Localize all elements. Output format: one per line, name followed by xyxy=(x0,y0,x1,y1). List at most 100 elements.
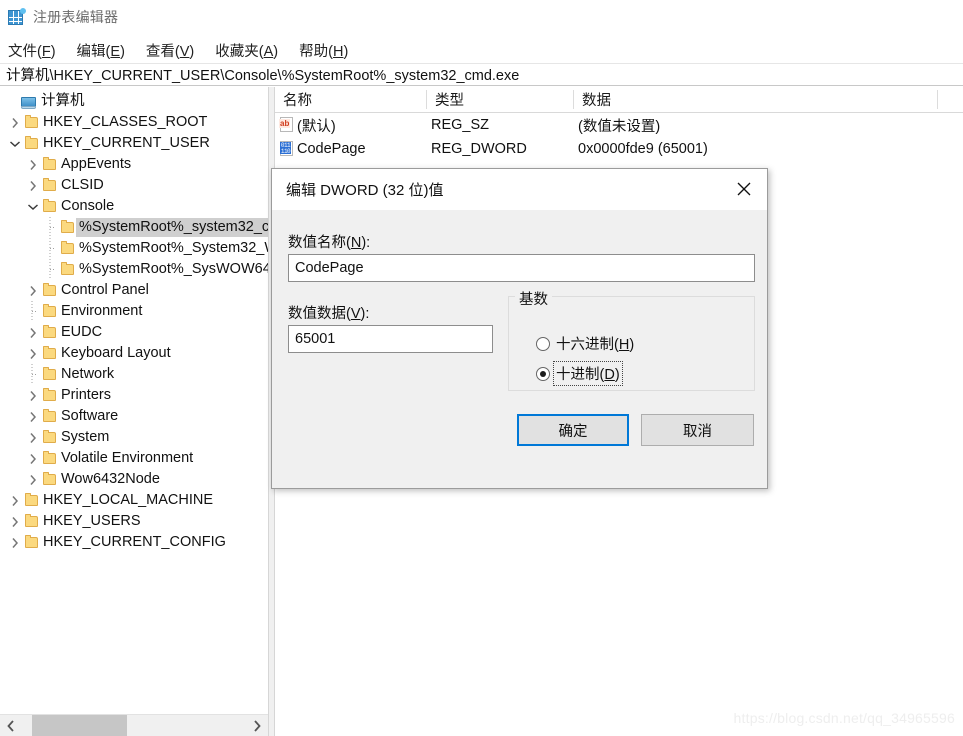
tree-item-label: EUDC xyxy=(61,324,103,340)
radio-hexadecimal[interactable]: 十六进制(H) xyxy=(536,332,636,355)
tree-item[interactable]: 计算机 xyxy=(0,91,268,112)
radio-hexadecimal-indicator[interactable] xyxy=(536,336,550,351)
tree-item-label: HKEY_CURRENT_USER xyxy=(43,135,210,151)
cell-name-text: (默认) xyxy=(297,118,336,135)
tree-item[interactable]: Network xyxy=(0,364,268,385)
tree-item[interactable]: Printers xyxy=(0,385,268,406)
menu-bar: 文件(F) 编辑(E) 查看(V) 收藏夹(A) 帮助(H) xyxy=(0,38,963,62)
tree-item[interactable]: %SystemRoot%_SysWOW64_WindowsPowerShell_… xyxy=(0,259,268,280)
window-title: 注册表编辑器 xyxy=(33,8,119,25)
scrollbar-thumb[interactable] xyxy=(32,715,127,736)
tree-item[interactable]: HKEY_CURRENT_USER xyxy=(0,133,268,154)
menu-favorites[interactable]: 收藏夹(A) xyxy=(215,40,278,61)
registry-tree[interactable]: 计算机 HKEY_CLASSES_ROOT HKEY_CURRENT_USER App… xyxy=(0,87,268,553)
chevron-down-icon[interactable] xyxy=(24,196,41,217)
tree-item[interactable]: EUDC xyxy=(0,322,268,343)
chevron-right-icon[interactable] xyxy=(24,343,41,364)
tree-item-label: HKEY_USERS xyxy=(43,513,141,529)
dialog-title: 编辑 DWORD (32 位)值 xyxy=(286,182,444,199)
value-name-input[interactable]: CodePage xyxy=(288,254,755,282)
scrollbar-track[interactable] xyxy=(22,715,246,736)
tree-item[interactable]: Wow6432Node xyxy=(0,469,268,490)
folder-icon xyxy=(41,364,58,385)
registry-tree-pane[interactable]: 计算机 HKEY_CLASSES_ROOT HKEY_CURRENT_USER App… xyxy=(0,87,268,736)
scroll-right-arrow[interactable] xyxy=(246,715,268,736)
chevron-right-icon[interactable] xyxy=(24,406,41,427)
tree-item-label: Control Panel xyxy=(61,282,149,298)
folder-icon xyxy=(23,511,40,532)
tree-item[interactable]: HKEY_CURRENT_CONFIG xyxy=(0,532,268,553)
tree-item[interactable]: Console xyxy=(0,196,268,217)
chevron-right-icon[interactable] xyxy=(6,112,23,133)
cell-data: 0x0000fde9 (65001) xyxy=(578,141,708,157)
ok-button[interactable]: 确定 xyxy=(517,414,629,446)
tree-item[interactable]: Volatile Environment xyxy=(0,448,268,469)
menu-file[interactable]: 文件(F) xyxy=(8,40,56,61)
radio-decimal[interactable]: 十进制(D) xyxy=(536,361,623,386)
tree-item[interactable]: HKEY_LOCAL_MACHINE xyxy=(0,490,268,511)
value-name-label: 数值名称(N): xyxy=(288,235,371,251)
chevron-right-icon[interactable] xyxy=(24,154,41,175)
chevron-right-icon[interactable] xyxy=(24,427,41,448)
tree-item-label: HKEY_LOCAL_MACHINE xyxy=(43,492,214,508)
chevron-right-icon[interactable] xyxy=(24,469,41,490)
folder-icon xyxy=(41,469,58,490)
table-row[interactable]: ab (默认) REG_SZ (数值未设置) xyxy=(275,113,963,137)
watermark: https://blog.csdn.net/qq_34965596 xyxy=(733,710,955,726)
tree-item[interactable]: Environment xyxy=(0,301,268,322)
chevron-right-icon[interactable] xyxy=(6,532,23,553)
value-data-label: 数值数据(V): xyxy=(288,306,370,322)
folder-icon xyxy=(41,448,58,469)
chevron-right-icon[interactable] xyxy=(24,175,41,196)
chevron-right-icon[interactable] xyxy=(6,511,23,532)
tree-item[interactable]: HKEY_CLASSES_ROOT xyxy=(0,112,268,133)
close-icon[interactable] xyxy=(721,169,767,209)
tree-item-label: Environment xyxy=(61,303,143,319)
tree-item[interactable]: Software xyxy=(0,406,268,427)
tree-guide xyxy=(24,364,41,385)
cell-name: 011 110 CodePage xyxy=(279,137,427,161)
column-header-name[interactable]: 名称 xyxy=(275,87,427,112)
tree-item-label: CLSID xyxy=(61,177,104,193)
tree-item-label: %SystemRoot%_system32_cmd.exe xyxy=(76,218,268,237)
tree-item[interactable]: AppEvents xyxy=(0,154,268,175)
address-bar[interactable]: 计算机\HKEY_CURRENT_USER\Console\%SystemRoo… xyxy=(0,63,963,86)
edit-dword-dialog[interactable]: 编辑 DWORD (32 位)值 数值名称(N): CodePage 数值数据(… xyxy=(271,168,768,489)
column-separator[interactable] xyxy=(937,90,938,109)
chevron-right-icon[interactable] xyxy=(6,490,23,511)
column-header-data[interactable]: 数据 xyxy=(574,87,937,112)
tree-item[interactable]: HKEY_USERS xyxy=(0,511,268,532)
menu-view[interactable]: 查看(V) xyxy=(146,40,194,61)
tree-item-label: Software xyxy=(61,408,119,424)
folder-icon xyxy=(41,280,58,301)
tree-item-label: AppEvents xyxy=(61,156,132,172)
scroll-left-arrow[interactable] xyxy=(0,715,22,736)
column-header-type[interactable]: 类型 xyxy=(427,87,574,112)
tree-item[interactable]: System xyxy=(0,427,268,448)
folder-icon xyxy=(41,385,58,406)
tree-item[interactable]: Control Panel xyxy=(0,280,268,301)
tree-item[interactable]: %SystemRoot%_system32_cmd.exe xyxy=(0,217,268,238)
chevron-right-icon[interactable] xyxy=(24,448,41,469)
chevron-down-icon[interactable] xyxy=(6,133,23,154)
folder-icon xyxy=(41,154,58,175)
tree-item[interactable]: %SystemRoot%_System32_WindowsPowerShell_… xyxy=(0,238,268,259)
chevron-right-icon[interactable] xyxy=(24,280,41,301)
tree-item[interactable]: CLSID xyxy=(0,175,268,196)
table-row[interactable]: 011 110 CodePage REG_DWORD 0x0000fde9 (65001… xyxy=(275,137,963,161)
chevron-down-icon[interactable] xyxy=(2,91,19,112)
folder-icon xyxy=(23,490,40,511)
value-data-input[interactable]: 65001 xyxy=(288,325,493,353)
chevron-right-icon[interactable] xyxy=(24,385,41,406)
menu-edit[interactable]: 编辑(E) xyxy=(77,40,125,61)
string-value-icon: ab xyxy=(279,117,295,133)
tree-item[interactable]: Keyboard Layout xyxy=(0,343,268,364)
list-rows[interactable]: ab (默认) REG_SZ (数值未设置) 011 110 CodePage REG_DWO… xyxy=(275,113,963,161)
cancel-button[interactable]: 取消 xyxy=(641,414,754,446)
tree-horizontal-scrollbar[interactable] xyxy=(0,714,268,736)
menu-help[interactable]: 帮助(H) xyxy=(299,40,348,61)
radio-decimal-indicator[interactable] xyxy=(536,366,550,381)
folder-icon xyxy=(23,133,40,154)
tree-item-label: Printers xyxy=(61,387,111,403)
chevron-right-icon[interactable] xyxy=(24,322,41,343)
